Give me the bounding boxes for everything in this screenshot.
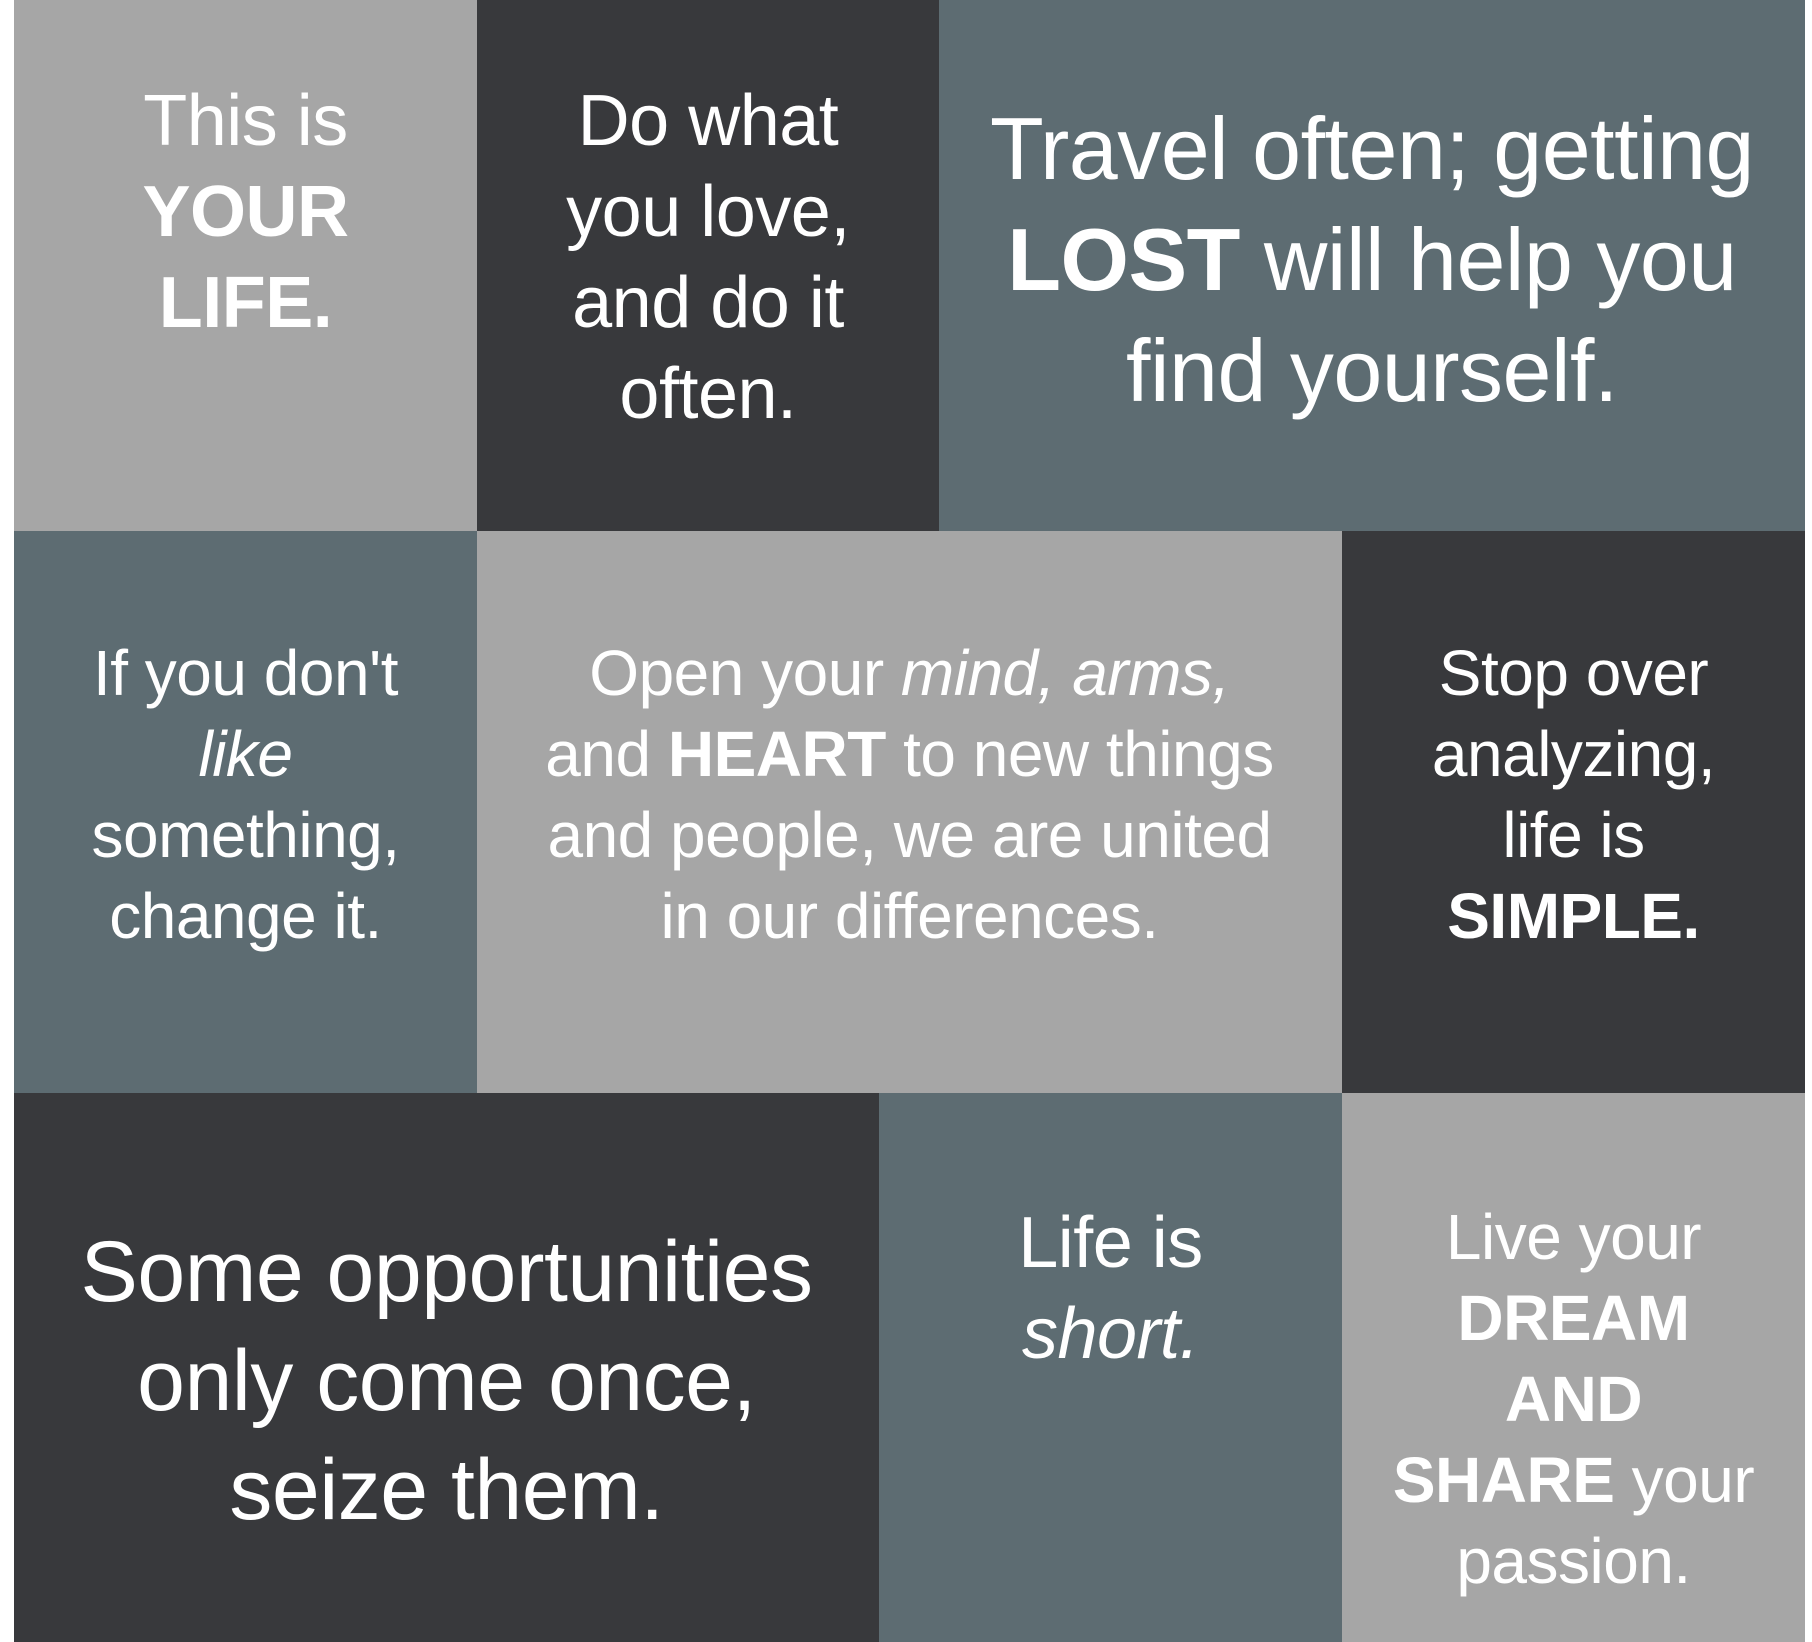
quote-line: only come once, (137, 1333, 756, 1429)
quote-emphasis: SHARE (1392, 1444, 1615, 1516)
quote-line: Stop over (1438, 637, 1709, 709)
quote-emphasis: YOUR (142, 172, 349, 252)
quote-italic: like (198, 718, 293, 790)
quote-line: will help you (1239, 210, 1737, 309)
quote-tile-live-your-dream: Live your DREAM AND SHARE your passion. (1342, 1093, 1805, 1642)
quote-emphasis: AND (1504, 1363, 1643, 1435)
quote-text: Life is short. (1018, 1198, 1203, 1380)
quote-line: and people, we are united (547, 799, 1272, 871)
quote-line: change it. (109, 880, 382, 952)
quote-line: Do what (577, 81, 839, 161)
quote-text: Open your mind, arms, and HEART to new t… (545, 633, 1274, 957)
quote-emphasis: DREAM (1457, 1282, 1690, 1354)
quote-line: This is (143, 81, 348, 161)
quote-tile-opportunities: Some opportunities only come once, seize… (14, 1093, 879, 1642)
quote-line: If you don't (92, 637, 399, 709)
quote-line: find yourself. (1126, 321, 1618, 420)
quote-emphasis: LIFE. (158, 263, 333, 343)
quote-emphasis: SIMPLE. (1447, 880, 1700, 952)
quote-line: something, (91, 799, 400, 871)
quote-line: and (545, 718, 668, 790)
quote-line: life is (1502, 799, 1645, 871)
quote-tile-open-your-mind: Open your mind, arms, and HEART to new t… (477, 531, 1342, 1093)
quote-line: often. (619, 354, 797, 434)
quote-text: Some opportunities only come once, seize… (80, 1218, 814, 1545)
quote-line: seize them. (229, 1442, 664, 1538)
quote-tile-stop-over-analyzing: Stop over analyzing, life is SIMPLE. (1342, 531, 1805, 1093)
quote-line: Live your (1445, 1201, 1702, 1273)
quote-text: This is YOUR LIFE. (142, 76, 349, 349)
quote-emphasis: LOST (1007, 210, 1240, 309)
quote-text: If you don't like something, change it. (91, 633, 400, 957)
quote-italic: short. (1021, 1294, 1200, 1374)
quote-line: analyzing, (1431, 718, 1716, 790)
quote-tile-life-is-short: Life is short. (879, 1093, 1342, 1642)
quote-tile-your-life: This is YOUR LIFE. (14, 0, 477, 531)
quote-line: to new things (885, 718, 1274, 790)
quote-tile-change-it: If you don't like something, change it. (14, 531, 477, 1093)
quote-line: Some opportunities (80, 1224, 814, 1320)
quote-line: and do it (572, 263, 844, 343)
quote-tile-do-what-you-love: Do what you love, and do it often. (477, 0, 939, 531)
quote-line: your (1614, 1444, 1755, 1516)
quote-text: Travel often; getting LOST will help you… (989, 93, 1755, 426)
quote-line: Life is (1018, 1203, 1203, 1283)
quote-tile-travel-often: Travel often; getting LOST will help you… (939, 0, 1805, 531)
quote-line: Open your (589, 637, 901, 709)
quote-text: Live your DREAM AND SHARE your passion. (1392, 1197, 1755, 1602)
quote-line: in our differences. (660, 880, 1159, 952)
quote-text: Stop over analyzing, life is SIMPLE. (1431, 633, 1716, 957)
quote-line: Travel often; getting (989, 99, 1755, 198)
quote-italic: mind, arms, (900, 637, 1230, 709)
quote-line: you love, (566, 172, 850, 252)
quote-emphasis: HEART (667, 718, 886, 790)
quote-text: Do what you love, and do it often. (566, 76, 850, 440)
quote-line: passion. (1456, 1525, 1691, 1597)
